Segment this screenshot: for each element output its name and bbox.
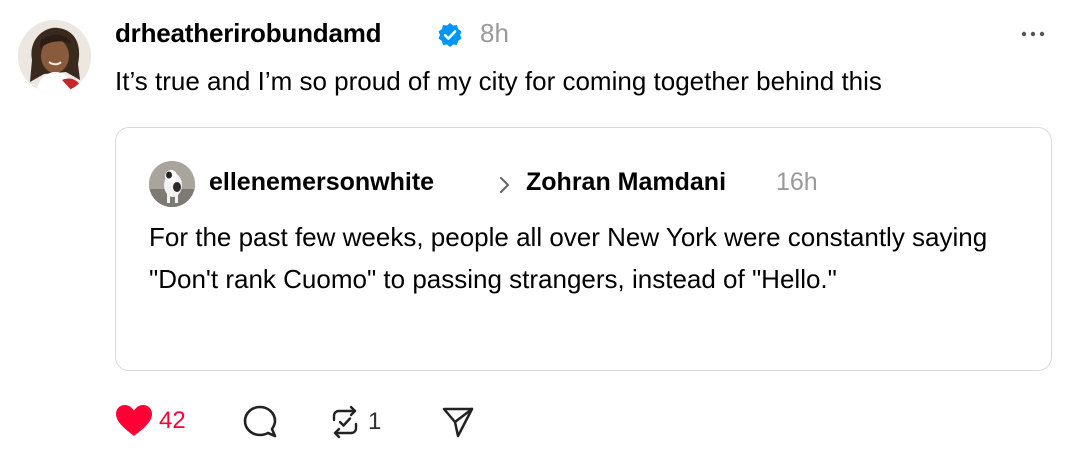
quoted-post-text: For the past few weeks, people all over … bbox=[149, 222, 988, 294]
quoted-post-timestamp: 16h bbox=[776, 168, 818, 196]
quoted-post-card[interactable]: ellenemersonwhite Zohran Mamdani 16h For… bbox=[115, 127, 1052, 371]
quoted-author-avatar[interactable] bbox=[149, 161, 195, 207]
share-icon bbox=[442, 407, 474, 438]
post-timestamp: 8h bbox=[480, 18, 509, 48]
like-button[interactable]: 42 bbox=[115, 404, 186, 438]
heart-icon bbox=[116, 405, 152, 436]
repost-icon bbox=[332, 405, 358, 439]
author-username[interactable]: drheatherirobundamd bbox=[115, 18, 382, 49]
post-text: It’s true and I’m so proud of my city fo… bbox=[115, 66, 882, 96]
repost-button[interactable]: 1 bbox=[328, 404, 381, 440]
repost-count: 1 bbox=[368, 408, 382, 435]
reply-button[interactable] bbox=[242, 404, 278, 440]
verified-badge-icon bbox=[438, 23, 462, 47]
author-avatar[interactable] bbox=[18, 20, 91, 93]
quoted-reply-target[interactable]: Zohran Mamdani bbox=[526, 168, 726, 197]
like-count: 42 bbox=[159, 407, 186, 434]
comment-icon bbox=[243, 405, 277, 438]
quoted-author-username[interactable]: ellenemersonwhite bbox=[209, 168, 434, 197]
more-options-icon[interactable] bbox=[1018, 24, 1048, 44]
chevron-right-icon bbox=[500, 177, 509, 193]
share-button[interactable] bbox=[441, 405, 475, 439]
